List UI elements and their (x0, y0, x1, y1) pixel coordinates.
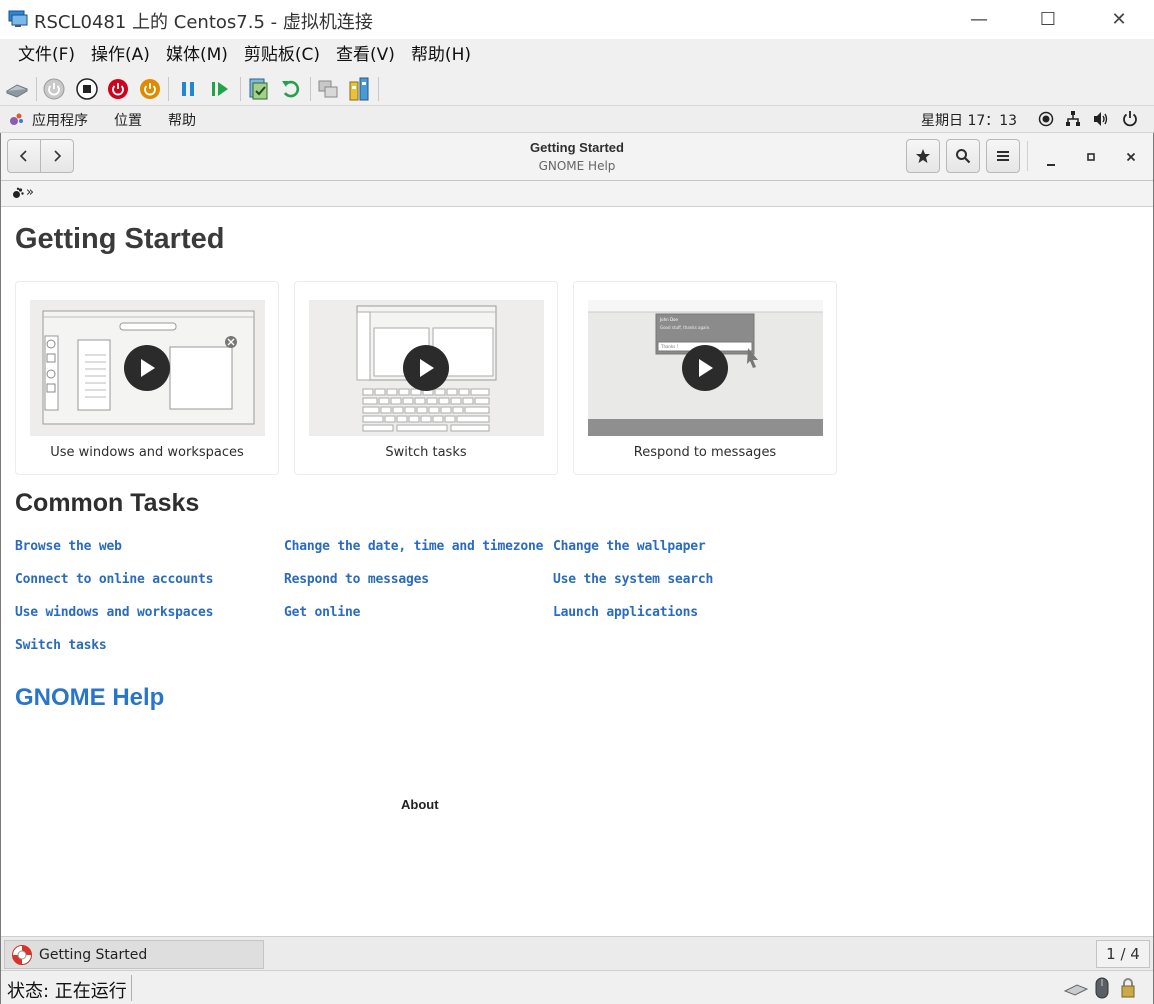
gnome-home-icon[interactable] (12, 187, 24, 199)
video-thumbnail: John Doe Good stuff, thanks again. Thank… (588, 300, 823, 436)
help-menu[interactable]: 帮助 (168, 110, 196, 130)
card-caption: Switch tasks (385, 445, 467, 460)
menu-clipboard[interactable]: 剪贴板(C) (236, 39, 328, 72)
vm-status-text: 状态: 正在运行 (7, 981, 127, 1002)
gnome-help-link[interactable]: GNOME Help (15, 684, 164, 712)
close-icon (1126, 152, 1136, 162)
notification-body: Good stuff, thanks again. (660, 325, 711, 330)
play-button[interactable] (403, 345, 449, 391)
help-content: Getting Started Use windows and workspac… (1, 207, 1153, 936)
turn-off-icon[interactable] (75, 77, 99, 101)
keyboard-icon (1063, 984, 1089, 996)
common-tasks-heading: Common Tasks (15, 489, 200, 517)
share-icon[interactable] (347, 77, 371, 101)
breadcrumb-separator: » (26, 185, 34, 200)
link-change-date-time[interactable]: Change the date, time and timezone (284, 539, 544, 554)
menu-action[interactable]: 操作(A) (83, 39, 158, 72)
bookmark-button[interactable] (906, 139, 940, 173)
menu-button[interactable] (986, 139, 1020, 173)
resume-icon[interactable] (208, 77, 232, 101)
window-title: RSCL0481 上的 Centos7.5 - 虚拟机连接 (34, 12, 373, 33)
close-button[interactable]: ✕ (1084, 0, 1154, 39)
pause-icon[interactable] (176, 77, 200, 101)
link-respond-messages[interactable]: Respond to messages (284, 572, 429, 587)
window-list-taskbar: Getting Started 1 / 4 (1, 936, 1153, 970)
notification-title: John Doe (660, 317, 678, 322)
video-card-switch-tasks[interactable]: Switch tasks (294, 281, 558, 475)
network-icon[interactable] (1065, 110, 1081, 127)
menu-media[interactable]: 媒体(M) (158, 39, 236, 72)
video-card-windows-workspaces[interactable]: Use windows and workspaces (15, 281, 279, 475)
help-header-bar: Getting Started GNOME Help (1, 133, 1153, 181)
link-launch-applications[interactable]: Launch applications (553, 605, 698, 620)
minimize-icon: — (970, 9, 988, 30)
places-menu[interactable]: 位置 (114, 110, 142, 130)
card-caption: Respond to messages (633, 445, 777, 460)
app-maximize-button[interactable] (1080, 147, 1102, 167)
menu-bar: 文件(F) 操作(A) 媒体(M) 剪贴板(C) 查看(V) 帮助(H) (0, 39, 1154, 72)
vm-connection-icon (8, 10, 28, 27)
menu-view[interactable]: 查看(V) (328, 39, 403, 72)
link-system-search[interactable]: Use the system search (553, 572, 713, 587)
video-thumbnail (309, 300, 544, 436)
vm-toolbar (0, 72, 1154, 106)
minimize-button[interactable]: — (944, 0, 1014, 39)
mouse-icon (1095, 977, 1109, 999)
gnome-foot-icon (10, 113, 23, 125)
minimize-icon (1047, 164, 1055, 166)
volume-icon[interactable] (1093, 111, 1110, 127)
header-subtitle: GNOME Help (538, 159, 616, 173)
power-menu-icon[interactable] (1122, 110, 1138, 127)
save-state-icon[interactable] (138, 77, 162, 101)
card-caption: Use windows and workspaces (50, 445, 244, 460)
link-online-accounts[interactable]: Connect to online accounts (15, 572, 213, 587)
maximize-button[interactable]: ☐ (1013, 0, 1083, 39)
help-lifebuoy-icon (12, 944, 32, 965)
notification-reply: Thanks ! (661, 344, 679, 349)
enhanced-session-icon[interactable] (316, 77, 340, 101)
play-button[interactable] (682, 345, 728, 391)
menu-file[interactable]: 文件(F) (10, 39, 83, 72)
checkpoint-icon[interactable] (247, 77, 271, 101)
hamburger-menu-icon (997, 151, 1009, 161)
workspace-pager[interactable]: 1 / 4 (1096, 940, 1150, 968)
search-icon (956, 149, 971, 164)
link-windows-workspaces[interactable]: Use windows and workspaces (15, 605, 213, 620)
header-title: Getting Started (530, 140, 624, 155)
window-title-bar: RSCL0481 上的 Centos7.5 - 虚拟机连接 — ☐ ✕ (0, 0, 1154, 39)
about-link[interactable]: About (401, 797, 439, 812)
video-thumbnail (30, 300, 265, 436)
gnome-top-panel: 应用程序 位置 帮助 星期日 17：13 (0, 106, 1154, 133)
ctrl-alt-del-icon[interactable] (5, 77, 29, 101)
maximize-icon: ☐ (1039, 9, 1057, 30)
screen-record-icon[interactable] (1038, 111, 1054, 127)
app-minimize-button[interactable] (1040, 147, 1062, 167)
taskbar-window-label: Getting Started (39, 946, 148, 963)
page-title: Getting Started (15, 223, 225, 255)
start-icon[interactable] (42, 77, 66, 101)
breadcrumb: » (1, 181, 1153, 207)
link-get-online[interactable]: Get online (284, 605, 360, 620)
taskbar-window-button[interactable]: Getting Started (4, 940, 264, 969)
maximize-icon (1087, 153, 1095, 161)
link-browse-web[interactable]: Browse the web (15, 539, 122, 554)
link-switch-tasks[interactable]: Switch tasks (15, 638, 107, 653)
status-bar: 状态: 正在运行 (0, 970, 1154, 1004)
link-change-wallpaper[interactable]: Change the wallpaper (553, 539, 706, 554)
play-icon (141, 359, 155, 377)
video-card-respond-messages[interactable]: John Doe Good stuff, thanks again. Thank… (573, 281, 837, 475)
clock[interactable]: 星期日 17：13 (921, 110, 1017, 130)
search-button[interactable] (946, 139, 980, 173)
play-button[interactable] (124, 345, 170, 391)
revert-icon[interactable] (279, 77, 303, 101)
play-icon (420, 359, 434, 377)
close-icon: ✕ (1111, 9, 1127, 30)
star-icon (916, 149, 930, 163)
applications-menu[interactable]: 应用程序 (32, 110, 88, 130)
shutdown-icon[interactable] (106, 77, 130, 101)
play-icon (699, 359, 713, 377)
app-close-button[interactable] (1120, 147, 1142, 167)
menu-help[interactable]: 帮助(H) (403, 39, 479, 72)
lock-icon (1121, 978, 1135, 998)
